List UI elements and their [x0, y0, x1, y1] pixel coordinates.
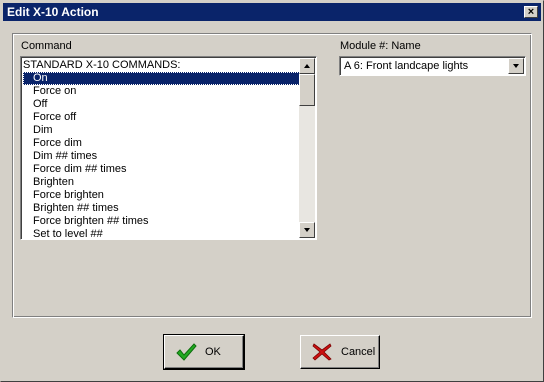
ok-button-label: OK: [205, 346, 221, 358]
module-combobox[interactable]: A 6: Front landcape lights: [339, 56, 526, 76]
command-list-item[interactable]: Dim ## times: [23, 150, 300, 163]
list-group-header: STANDARD X-10 COMMANDS:: [23, 59, 181, 71]
green-checkmark-icon: [176, 343, 197, 361]
arrow-down-icon: [304, 228, 310, 232]
scroll-up-button[interactable]: [299, 58, 315, 74]
title-bar: Edit X-10 Action ×: [3, 3, 541, 21]
command-list-item[interactable]: Brighten ## times: [23, 202, 300, 215]
ok-button[interactable]: OK: [163, 334, 245, 370]
cancel-button-label: Cancel: [341, 346, 376, 358]
arrow-up-icon: [304, 64, 310, 68]
edit-x10-action-dialog: Edit X-10 Action × Command STANDARD X-10…: [0, 0, 544, 382]
command-list-item[interactable]: Brighten: [23, 176, 300, 189]
command-list-items: STANDARD X-10 COMMANDS: On Force on Off Forc…: [23, 59, 300, 239]
command-label: Command: [21, 40, 72, 52]
command-list-item[interactable]: Force off: [23, 111, 300, 124]
command-list-item[interactable]: Force brighten: [23, 189, 300, 202]
command-list-item[interactable]: Force on: [23, 85, 300, 98]
command-list-item[interactable]: On: [23, 72, 300, 85]
chevron-down-icon: [513, 64, 519, 68]
command-list-item[interactable]: Force dim: [23, 137, 300, 150]
window-title: Edit X-10 Action: [7, 5, 99, 19]
module-label: Module #: Name: [340, 40, 421, 52]
scroll-down-button[interactable]: [299, 222, 315, 238]
red-x-icon: [312, 343, 332, 361]
scroll-thumb[interactable]: [299, 74, 315, 106]
command-list-item[interactable]: Dim: [23, 124, 300, 137]
command-list-item[interactable]: Set to level ##: [23, 228, 300, 239]
command-list-item[interactable]: Force dim ## times: [23, 163, 300, 176]
command-list-item[interactable]: Force brighten ## times: [23, 215, 300, 228]
command-scrollbar[interactable]: [299, 58, 315, 238]
command-listbox[interactable]: STANDARD X-10 COMMANDS: On Force on Off Forc…: [20, 56, 317, 240]
cancel-button[interactable]: Cancel: [300, 335, 380, 369]
command-list-item[interactable]: Off: [23, 98, 300, 111]
close-icon: ×: [527, 6, 535, 18]
module-selected-value: A 6: Front landcape lights: [344, 60, 469, 72]
close-button[interactable]: ×: [524, 6, 538, 18]
module-dropdown-button[interactable]: [508, 58, 524, 74]
